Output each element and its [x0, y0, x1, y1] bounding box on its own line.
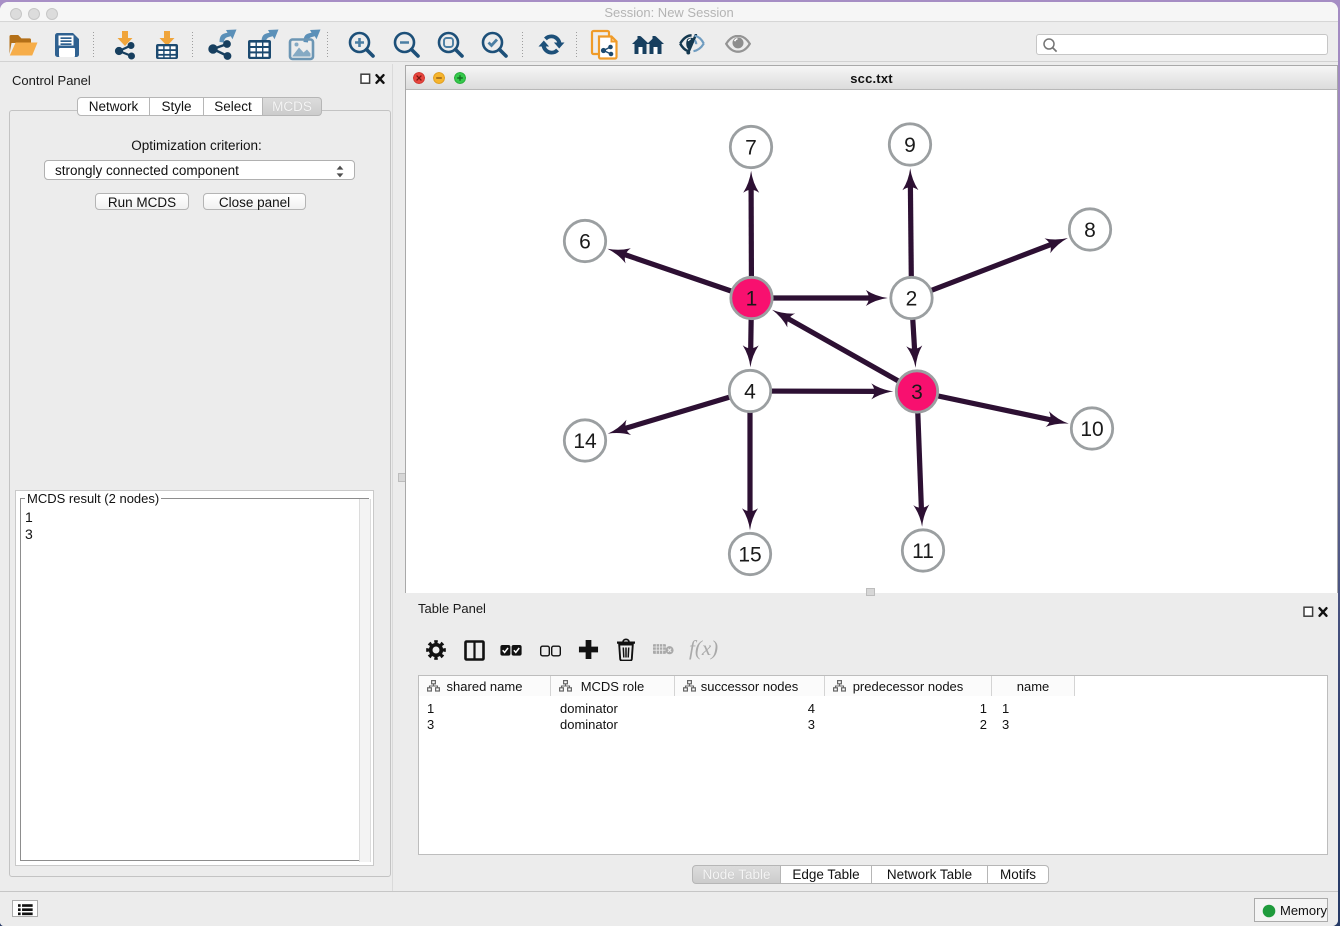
svg-text:9: 9 [904, 134, 916, 157]
svg-text:1: 1 [746, 288, 758, 311]
svg-text:15: 15 [738, 544, 761, 567]
svg-text:10: 10 [1080, 418, 1103, 441]
svg-text:14: 14 [573, 430, 597, 453]
svg-text:8: 8 [1084, 219, 1096, 242]
svg-text:11: 11 [912, 540, 934, 563]
svg-text:7: 7 [745, 137, 757, 160]
svg-text:6: 6 [579, 231, 591, 254]
svg-text:3: 3 [911, 381, 923, 404]
svg-text:4: 4 [744, 381, 756, 404]
svg-text:2: 2 [906, 288, 918, 311]
